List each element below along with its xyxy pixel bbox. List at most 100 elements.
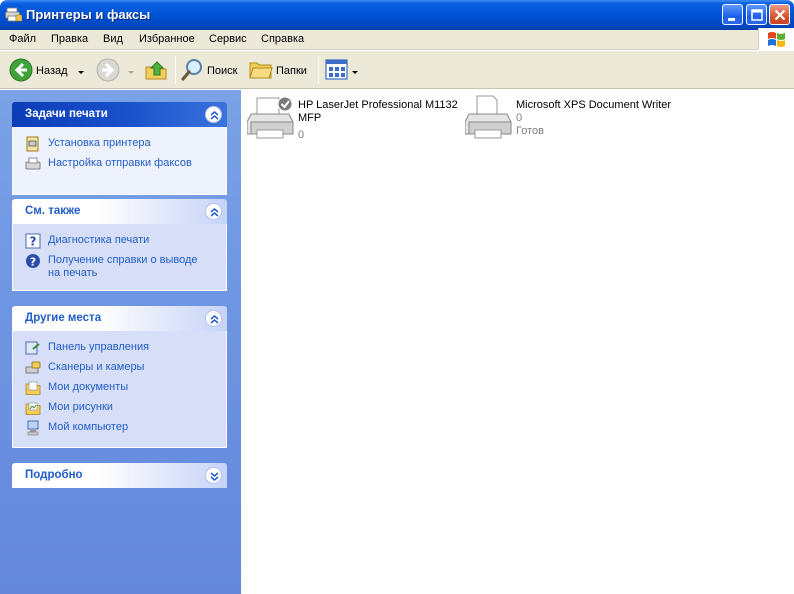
folder-up-icon bbox=[145, 61, 167, 80]
print-tasks-header[interactable]: Задачи печати bbox=[12, 102, 227, 127]
place-my-documents[interactable]: Мои документы bbox=[22, 379, 218, 399]
printer-item[interactable]: Microsoft XPS Document Writer 0 Готов bbox=[465, 94, 705, 144]
menu-tools[interactable]: Сервис bbox=[209, 33, 247, 45]
pictures-folder-icon bbox=[25, 402, 41, 415]
forward-button[interactable] bbox=[96, 56, 136, 84]
place-scanners-cameras-label: Сканеры и камеры bbox=[48, 361, 145, 373]
maximize-button[interactable] bbox=[746, 4, 767, 25]
collapse-chevron-icon[interactable] bbox=[205, 106, 222, 123]
up-folder-button[interactable] bbox=[144, 56, 170, 84]
task-print-troubleshoot[interactable]: ? Диагностика печати bbox=[22, 232, 218, 252]
menu-help[interactable]: Справка bbox=[261, 33, 304, 45]
task-pane: Задачи печати Установка принтера Настрой… bbox=[0, 90, 241, 594]
menu-bar: Файл Правка Вид Избранное Сервис Справка bbox=[0, 30, 794, 50]
place-my-pictures-label: Мои рисунки bbox=[48, 401, 113, 413]
see-also-title: См. также bbox=[25, 205, 81, 217]
other-places-body: Панель управления Сканеры и камеры Мои д… bbox=[12, 331, 227, 448]
scanner-camera-icon bbox=[25, 361, 41, 374]
forward-arrow-icon bbox=[96, 58, 120, 82]
toolbar-separator bbox=[318, 56, 319, 84]
task-fax-setup-label: Настройка отправки факсов bbox=[48, 157, 192, 169]
control-panel-icon bbox=[25, 341, 40, 355]
other-places-panel: Другие места Панель управления Сканеры и… bbox=[12, 306, 227, 448]
menu-view[interactable]: Вид bbox=[103, 33, 123, 45]
toolbar-separator bbox=[175, 56, 176, 84]
search-button[interactable]: Поиск bbox=[180, 56, 242, 84]
close-button[interactable] bbox=[769, 4, 790, 25]
details-title: Подробно bbox=[25, 469, 83, 481]
task-add-printer-label: Установка принтера bbox=[48, 137, 151, 149]
folders-icon bbox=[249, 62, 273, 79]
folders-label: Папки bbox=[276, 65, 307, 77]
search-label: Поиск bbox=[207, 65, 238, 77]
toolbar: Назад Поиск Папки bbox=[0, 51, 794, 89]
back-arrow-icon bbox=[9, 58, 33, 82]
print-tasks-body: Установка принтера Настройка отправки фа… bbox=[12, 127, 227, 195]
documents-folder-icon bbox=[25, 381, 41, 395]
menu-file[interactable]: Файл bbox=[9, 33, 36, 45]
forward-dropdown-icon[interactable] bbox=[128, 71, 134, 74]
printer-jobs: 0 bbox=[516, 112, 523, 124]
other-places-title: Другие места bbox=[25, 312, 102, 324]
see-also-panel: См. также ? Диагностика печати ? Получен… bbox=[12, 199, 227, 291]
default-printer-check-icon bbox=[277, 96, 293, 112]
views-dropdown-icon[interactable] bbox=[352, 71, 358, 74]
see-also-body: ? Диагностика печати ? Получение справки… bbox=[12, 224, 227, 291]
printer-icon bbox=[247, 96, 294, 139]
place-scanners-cameras[interactable]: Сканеры и камеры bbox=[22, 359, 218, 379]
collapse-chevron-icon[interactable] bbox=[205, 203, 222, 220]
details-panel: Подробно bbox=[12, 463, 227, 488]
back-dropdown-icon[interactable] bbox=[78, 71, 84, 74]
back-label: Назад bbox=[36, 65, 68, 77]
place-control-panel-label: Панель управления bbox=[48, 341, 150, 353]
windows-logo bbox=[758, 28, 794, 50]
printer-name: HP LaserJet Professional M1132 MFP bbox=[298, 99, 458, 124]
printer-status: Готов bbox=[516, 125, 544, 137]
print-tasks-title: Задачи печати bbox=[25, 108, 108, 120]
collapse-chevron-icon[interactable] bbox=[205, 310, 222, 327]
title-bar[interactable]: Принтеры и факсы bbox=[0, 0, 794, 30]
help-question-icon: ? bbox=[25, 233, 41, 249]
print-tasks-panel: Задачи печати Установка принтера Настрой… bbox=[12, 102, 227, 195]
task-print-troubleshoot-label: Диагностика печати bbox=[48, 234, 150, 246]
views-icon bbox=[325, 59, 348, 80]
expand-chevron-icon[interactable] bbox=[205, 467, 222, 484]
menu-favorites[interactable]: Избранное bbox=[139, 33, 195, 45]
printer-name: Microsoft XPS Document Writer bbox=[516, 99, 672, 111]
other-places-header[interactable]: Другие места bbox=[12, 306, 227, 331]
printers-window: Принтеры и факсы Файл Правка Вид Избранн… bbox=[0, 0, 794, 594]
help-circle-icon: ? bbox=[26, 254, 40, 269]
minimize-icon bbox=[728, 18, 735, 21]
computer-icon bbox=[27, 420, 39, 436]
views-button[interactable] bbox=[324, 56, 360, 84]
printer-list: HP LaserJet Professional M1132 MFP 0 Mic… bbox=[241, 90, 794, 594]
maximize-icon bbox=[751, 9, 763, 21]
place-my-computer-label: Мой компьютер bbox=[48, 421, 129, 433]
place-my-documents-label: Мои документы bbox=[48, 381, 129, 393]
see-also-header[interactable]: См. также bbox=[12, 199, 227, 224]
svg-text:?: ? bbox=[30, 235, 37, 249]
menu-edit[interactable]: Правка bbox=[51, 33, 88, 45]
close-icon bbox=[774, 9, 786, 21]
window-title: Принтеры и факсы bbox=[26, 7, 151, 22]
fax-icon bbox=[25, 157, 41, 170]
minimize-button[interactable] bbox=[722, 4, 743, 25]
task-add-printer[interactable]: Установка принтера bbox=[22, 135, 218, 155]
windows-flag-icon bbox=[768, 32, 785, 47]
details-header[interactable]: Подробно bbox=[12, 463, 227, 488]
task-fax-setup[interactable]: Настройка отправки факсов bbox=[22, 155, 218, 175]
printer-folder-icon bbox=[5, 7, 22, 22]
place-control-panel[interactable]: Панель управления bbox=[22, 339, 218, 359]
place-my-pictures[interactable]: Мои рисунки bbox=[22, 399, 218, 419]
printer-item[interactable]: HP LaserJet Professional M1132 MFP 0 bbox=[247, 94, 462, 144]
printer-jobs: 0 bbox=[298, 129, 305, 141]
task-print-help[interactable]: ? Получение справки о выводе на печать bbox=[22, 252, 218, 280]
back-button[interactable]: Назад bbox=[8, 56, 88, 84]
add-printer-icon bbox=[26, 136, 39, 152]
task-print-help-label: Получение справки о выводе на печать bbox=[48, 254, 198, 279]
folders-button[interactable]: Папки bbox=[248, 56, 312, 84]
svg-text:?: ? bbox=[30, 256, 36, 269]
printer-icon bbox=[465, 95, 512, 139]
place-my-computer[interactable]: Мой компьютер bbox=[22, 419, 218, 439]
search-icon bbox=[181, 59, 202, 81]
